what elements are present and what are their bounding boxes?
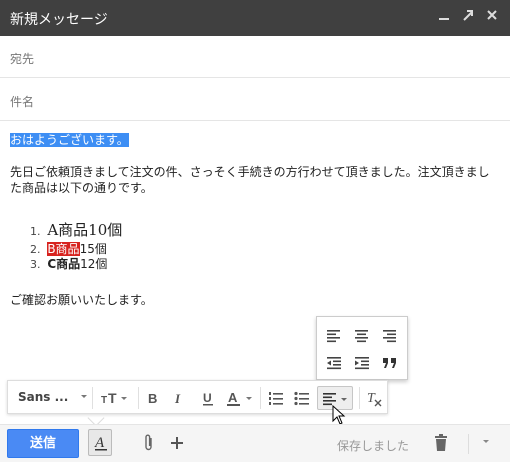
- svg-text:T: T: [101, 395, 107, 406]
- closing-text: ご確認お願いいたします。: [10, 293, 153, 307]
- formatting-toggle-icon[interactable]: A: [88, 429, 112, 456]
- align-left-icon[interactable]: [326, 329, 342, 343]
- underline-icon[interactable]: U: [201, 389, 215, 407]
- text-color-icon[interactable]: A: [226, 389, 254, 407]
- attach-icon[interactable]: [143, 433, 155, 456]
- align-center-icon[interactable]: [354, 329, 370, 343]
- quote-icon[interactable]: [382, 356, 398, 370]
- alignment-popup: [316, 316, 408, 380]
- bold-icon[interactable]: B: [147, 389, 159, 407]
- svg-text:U: U: [203, 391, 212, 405]
- ordered-list: 1. A商品10個 2. B商品15個 3. C商品12個: [10, 221, 504, 271]
- saved-status: 保存しました: [337, 439, 410, 453]
- indent-less-icon[interactable]: [326, 356, 342, 370]
- more-options-plus-icon[interactable]: [170, 433, 184, 456]
- svg-text:B: B: [148, 391, 157, 406]
- subject-label: 件名: [10, 95, 35, 109]
- indent-more-icon[interactable]: [354, 356, 370, 370]
- svg-text:T: T: [108, 390, 117, 406]
- popout-icon[interactable]: [460, 8, 476, 26]
- window-title: 新規メッセージ: [10, 12, 108, 28]
- dropdown-arrow-icon[interactable]: [80, 390, 88, 408]
- recipients-field[interactable]: 宛先: [0, 36, 510, 78]
- italic-icon[interactable]: I: [174, 389, 186, 407]
- text-size-icon[interactable]: TT: [100, 389, 128, 407]
- formatting-toolbar: Sans ... TT B I U A T: [7, 380, 388, 414]
- list-item: 3. C商品12個: [30, 257, 108, 271]
- greeting-text: おはようございます。: [10, 133, 129, 147]
- recipients-label: 宛先: [10, 52, 35, 66]
- list-item: 2. B商品15個: [30, 242, 107, 256]
- align-right-icon[interactable]: [382, 329, 398, 343]
- minimize-icon[interactable]: [436, 8, 452, 26]
- svg-text:A: A: [228, 390, 238, 405]
- chevron-down-icon[interactable]: [481, 435, 491, 452]
- send-button[interactable]: 送信: [7, 429, 79, 458]
- body-paragraph: 先日ご依頼頂きまして注文の件、さっそく手続きの方行わせて頂きました。注文頂きまし…: [10, 165, 490, 195]
- bulleted-list-icon[interactable]: [294, 389, 310, 407]
- font-family-select[interactable]: Sans ...: [18, 390, 68, 408]
- svg-text:T: T: [367, 391, 376, 406]
- subject-field[interactable]: 件名: [0, 79, 510, 121]
- numbered-list-icon[interactable]: [268, 389, 284, 407]
- trash-icon[interactable]: [434, 433, 448, 456]
- svg-text:I: I: [174, 391, 181, 406]
- close-icon[interactable]: [484, 8, 500, 26]
- remove-formatting-icon[interactable]: T: [366, 389, 382, 407]
- compose-title-bar: 新規メッセージ: [0, 0, 510, 36]
- svg-text:A: A: [94, 435, 105, 451]
- compose-footer: 送信 A 保存しました: [0, 424, 510, 462]
- message-body[interactable]: おはようございます。 先日ご依頼頂きまして注文の件、さっそく手続きの方行わせて頂…: [10, 132, 504, 308]
- list-item: 1. A商品10個: [30, 221, 123, 239]
